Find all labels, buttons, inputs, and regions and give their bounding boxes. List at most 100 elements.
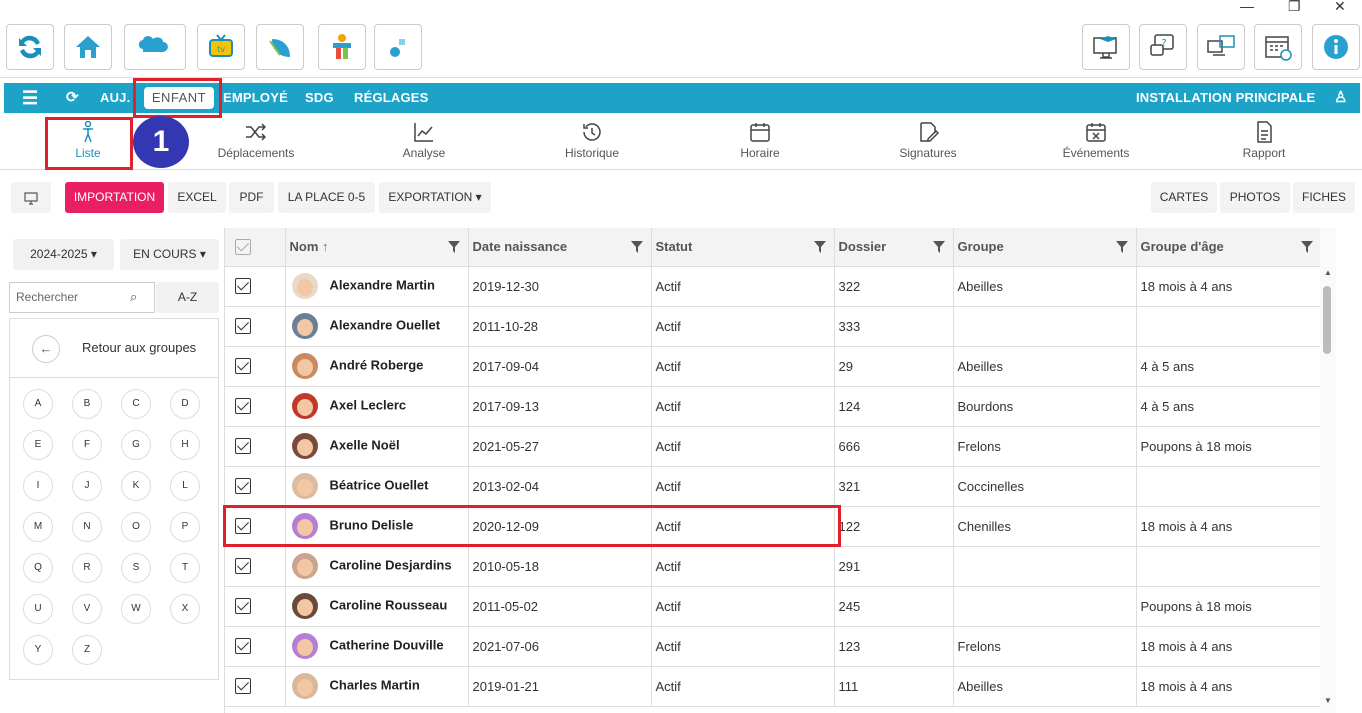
letter-a[interactable]: A — [23, 389, 53, 419]
letter-c[interactable]: C — [121, 389, 151, 419]
filter-icon[interactable] — [1115, 241, 1128, 253]
installation-title[interactable]: INSTALLATION PRINCIPALE — [1136, 90, 1315, 105]
letter-r[interactable]: R — [72, 553, 102, 583]
letter-m[interactable]: M — [23, 512, 53, 542]
row-select-cell[interactable] — [225, 626, 286, 667]
row-checkbox[interactable] — [235, 398, 251, 415]
scroll-down-icon[interactable]: ▼ — [1324, 696, 1332, 705]
col-nom[interactable]: Nom ↑ — [285, 228, 469, 267]
letter-k[interactable]: K — [121, 471, 151, 501]
row-checkbox[interactable] — [235, 558, 251, 575]
restore-button[interactable]: ❐ — [1288, 0, 1301, 15]
import-button[interactable]: IMPORTATION — [65, 182, 164, 213]
table-row[interactable]: Charles Martin 2019-01-21 Actif 111 Abeilles… — [225, 666, 1322, 707]
training-button[interactable] — [1082, 24, 1130, 70]
col-dob[interactable]: Date naissance — [468, 228, 652, 267]
back-arrow-icon[interactable]: ← — [32, 335, 60, 363]
cell-name[interactable]: Alexandre Martin — [285, 266, 469, 307]
row-select-cell[interactable] — [225, 546, 286, 587]
sync-icon[interactable]: ⟳ — [66, 88, 79, 106]
col-statut[interactable]: Statut — [651, 228, 835, 267]
shapes-app-button[interactable] — [374, 24, 422, 70]
filter-icon[interactable] — [630, 241, 643, 253]
letter-w[interactable]: W — [121, 594, 151, 624]
row-select-cell[interactable] — [225, 426, 286, 467]
cell-name[interactable]: Caroline Desjardins — [285, 546, 469, 587]
cell-name[interactable]: André Roberge — [285, 346, 469, 387]
pdf-button[interactable]: PDF — [229, 182, 274, 213]
nav-sdg[interactable]: SDG — [305, 90, 334, 105]
kids-app-button[interactable] — [318, 24, 366, 70]
parents-app-button[interactable] — [124, 24, 186, 70]
nav-employe[interactable]: EMPLOYÉ — [223, 90, 288, 105]
tab-historique[interactable]: Historique — [558, 120, 626, 160]
filter-icon[interactable] — [813, 241, 826, 253]
help-button[interactable]: ? — [1139, 24, 1187, 70]
letter-o[interactable]: O — [121, 512, 151, 542]
scroll-thumb[interactable] — [1323, 286, 1331, 354]
row-select-cell[interactable] — [225, 666, 286, 707]
filter-icon[interactable] — [932, 241, 945, 253]
table-row[interactable]: Alexandre Ouellet 2011-10-28 Actif 333 — [225, 306, 1322, 347]
row-select-cell[interactable] — [225, 306, 286, 347]
cell-name[interactable]: Axelle Noël — [285, 426, 469, 467]
table-row[interactable]: Caroline Rousseau 2011-05-02 Actif 245 Poupo… — [225, 586, 1322, 627]
table-row[interactable]: Alexandre Martin 2019-12-30 Actif 322 Abeill… — [225, 266, 1322, 307]
letter-x[interactable]: X — [170, 594, 200, 624]
letter-j[interactable]: J — [72, 471, 102, 501]
status-select[interactable]: EN COURS ▾ — [120, 239, 219, 270]
minimize-button[interactable]: — — [1240, 0, 1254, 14]
nav-today[interactable]: AUJ. — [100, 90, 130, 105]
row-select-cell[interactable] — [225, 346, 286, 387]
cell-name[interactable]: Axel Leclerc — [285, 386, 469, 427]
info-button[interactable] — [1312, 24, 1360, 70]
table-row[interactable]: Béatrice Ouellet 2013-02-04 Actif 321 Coccin… — [225, 466, 1322, 507]
select-all-header[interactable] — [225, 228, 286, 267]
letter-p[interactable]: P — [170, 512, 200, 542]
row-checkbox[interactable] — [235, 318, 251, 335]
row-checkbox[interactable] — [235, 438, 251, 455]
row-select-cell[interactable] — [225, 586, 286, 627]
refresh-button[interactable] — [6, 24, 54, 70]
row-checkbox[interactable] — [235, 638, 251, 655]
excel-button[interactable]: EXCEL — [168, 182, 226, 213]
scroll-up-icon[interactable]: ▲ — [1324, 268, 1332, 277]
table-row[interactable]: André Roberge 2017-09-04 Actif 29 Abeilles 4 … — [225, 346, 1322, 387]
tab-signatures[interactable]: Signatures — [894, 120, 962, 160]
photos-button[interactable]: PHOTOS — [1220, 182, 1290, 213]
filter-icon[interactable] — [447, 241, 460, 253]
letter-i[interactable]: I — [23, 471, 53, 501]
letter-f[interactable]: F — [72, 430, 102, 460]
letter-t[interactable]: T — [170, 553, 200, 583]
close-button[interactable]: ✕ — [1334, 0, 1346, 15]
letter-l[interactable]: L — [170, 471, 200, 501]
table-row[interactable]: Axel Leclerc 2017-09-13 Actif 124 Bourdons 4 … — [225, 386, 1322, 427]
cards-button[interactable]: CARTES — [1151, 182, 1217, 213]
sheets-button[interactable]: FICHES — [1293, 182, 1355, 213]
table-row[interactable]: Caroline Desjardins 2010-05-18 Actif 291 — [225, 546, 1322, 587]
menu-icon[interactable]: ☰ — [22, 88, 38, 109]
letter-e[interactable]: E — [23, 430, 53, 460]
select-all-checkbox[interactable] — [235, 239, 251, 256]
letter-d[interactable]: D — [170, 389, 200, 419]
letter-y[interactable]: Y — [23, 635, 53, 665]
tab-analyse[interactable]: Analyse — [394, 120, 454, 160]
row-select-cell[interactable] — [225, 466, 286, 507]
search-icon[interactable]: ⌕ — [130, 289, 137, 305]
tab-horaire[interactable]: Horaire — [734, 120, 786, 160]
row-checkbox[interactable] — [235, 358, 251, 375]
letter-s[interactable]: S — [121, 553, 151, 583]
cell-name[interactable]: Charles Martin — [285, 666, 469, 707]
letter-z[interactable]: Z — [72, 635, 102, 665]
col-dossier[interactable]: Dossier — [834, 228, 954, 267]
tv-button[interactable]: tv — [197, 24, 245, 70]
user-icon[interactable]: ♙ — [1334, 88, 1348, 106]
home-button[interactable] — [64, 24, 112, 70]
row-checkbox[interactable] — [235, 278, 251, 295]
tab-deplacements[interactable]: Déplacements — [212, 120, 300, 160]
tab-rapport[interactable]: Rapport — [1236, 120, 1292, 160]
export-button[interactable]: EXPORTATION ▾ — [379, 182, 491, 213]
table-row[interactable]: Catherine Douville 2021-07-06 Actif 123 Frel… — [225, 626, 1322, 667]
year-select[interactable]: 2024-2025 ▾ — [13, 239, 114, 270]
letter-h[interactable]: H — [170, 430, 200, 460]
